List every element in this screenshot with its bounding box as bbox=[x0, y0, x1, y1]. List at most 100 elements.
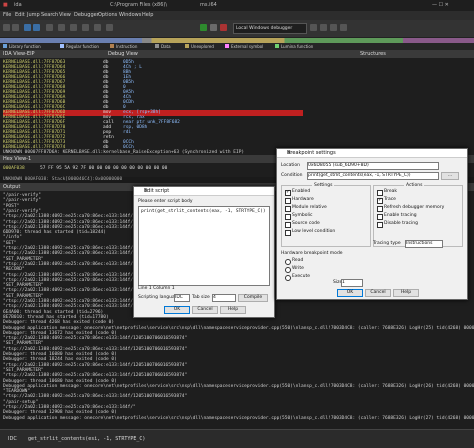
menu-windows[interactable]: Windows bbox=[119, 12, 141, 18]
struct-icon[interactable] bbox=[94, 24, 101, 31]
setting-checkbox[interactable] bbox=[285, 206, 291, 212]
action-checkbox[interactable] bbox=[377, 214, 383, 220]
disassembly-view[interactable]: KERNELBASE.dll:7FF87D63 db 0D5h KERNELBASE.… bbox=[0, 58, 474, 155]
setting-checkbox[interactable] bbox=[285, 222, 291, 228]
action-checkbox[interactable] bbox=[377, 190, 383, 196]
legend-label: Instruction bbox=[116, 44, 138, 49]
run-icon[interactable] bbox=[200, 24, 207, 31]
title-bar: ■ ida C:\Program Files (x86)\ ms.i64 — ☐… bbox=[0, 0, 474, 11]
output-line: Debugged application message: onecore\ne… bbox=[3, 415, 474, 421]
bp-ok-button[interactable]: OK bbox=[337, 289, 363, 297]
close-icon[interactable]: ✕ bbox=[144, 188, 271, 194]
menu-options[interactable]: Options bbox=[98, 12, 117, 18]
hw-mode-label: Execute bbox=[292, 274, 310, 279]
action-label: Trace bbox=[384, 197, 396, 202]
compile-button[interactable]: Compile bbox=[238, 294, 268, 302]
legend-label: Library function bbox=[9, 44, 41, 49]
toolbar: Local Windows debugger bbox=[0, 20, 474, 38]
tab-hex-view[interactable]: Hex View-1 bbox=[3, 156, 31, 162]
step-over-icon[interactable] bbox=[320, 24, 327, 31]
size-select[interactable]: 1 bbox=[341, 279, 363, 287]
forward-icon[interactable] bbox=[33, 24, 40, 31]
tab-debug-view[interactable]: Debug View bbox=[108, 51, 138, 57]
window-controls[interactable]: — ☐ ✕ bbox=[432, 2, 449, 8]
action-label: Disable tracing bbox=[384, 221, 418, 226]
breakpoint-settings-dialog: Breakpoint settings ✕ Location 0x6D8055 … bbox=[276, 148, 468, 300]
step-out-icon[interactable] bbox=[330, 24, 337, 31]
back-icon[interactable] bbox=[24, 24, 31, 31]
setting-checkbox[interactable] bbox=[285, 230, 291, 236]
output-line: "POST" bbox=[3, 203, 20, 209]
step-into-icon[interactable] bbox=[310, 24, 317, 31]
action-checkbox[interactable] bbox=[377, 197, 383, 204]
close-icon[interactable]: ✕ bbox=[287, 150, 464, 156]
hex-icon[interactable] bbox=[82, 24, 89, 31]
menu-debugger[interactable]: Debugger bbox=[74, 12, 99, 18]
cursor-position: Line 1 Column 1 bbox=[138, 286, 175, 291]
tab-output[interactable]: Output bbox=[3, 184, 20, 190]
output-line: 6E4A00: thread has started (tid=2796) bbox=[3, 309, 104, 315]
help-button[interactable]: Help bbox=[220, 306, 246, 314]
condition-input[interactable]: print(get_strlit_contents(eax, -1, STRTY… bbox=[307, 172, 439, 180]
menu-search[interactable]: Search bbox=[41, 12, 58, 18]
output-line: "SET_PARAMETER" bbox=[3, 341, 44, 347]
action-checkbox[interactable] bbox=[377, 222, 383, 228]
menu-view[interactable]: View bbox=[59, 12, 71, 18]
code-icon[interactable] bbox=[70, 24, 77, 31]
setting-checkbox[interactable] bbox=[285, 214, 291, 220]
output-line: Debugged application message: onecore\ne… bbox=[3, 383, 474, 389]
enum-icon[interactable] bbox=[106, 24, 113, 31]
output-line: "rtsp://2a02:1388:4092:ee25:ca70:86ec:e1… bbox=[3, 272, 136, 278]
tab-ida-view[interactable]: IDA View-EIP bbox=[3, 51, 35, 57]
hw-mode-radio[interactable] bbox=[285, 275, 291, 281]
tab-structures[interactable]: Structures bbox=[360, 51, 386, 57]
ok-button[interactable]: OK bbox=[164, 306, 190, 314]
condition-value: print(get_strlit_contents(eax, -1, STRTY… bbox=[308, 173, 411, 178]
edit-script-prompt: Please enter script body bbox=[138, 199, 193, 204]
grid-icon[interactable] bbox=[58, 24, 65, 31]
action-checkbox[interactable] bbox=[377, 206, 383, 212]
output-line: "GET" bbox=[3, 240, 17, 246]
hw-mode-radio[interactable] bbox=[285, 267, 291, 273]
script-language-label[interactable]: IDC bbox=[8, 436, 17, 442]
location-input[interactable]: 0x6D8055 (sub_6D90+8D) bbox=[307, 162, 439, 170]
output-line: "/pair-verify" bbox=[3, 198, 41, 204]
action-label: Enable tracing bbox=[384, 213, 417, 218]
menu-file[interactable]: File bbox=[3, 12, 11, 18]
setting-label: Enabled bbox=[292, 189, 311, 194]
cancel-button[interactable]: Cancel bbox=[192, 306, 218, 314]
open-icon[interactable] bbox=[3, 24, 10, 31]
setting-label: Module relative bbox=[292, 205, 327, 210]
search-icon[interactable] bbox=[46, 24, 53, 31]
run-to-cursor-icon[interactable] bbox=[340, 24, 347, 31]
menu-help[interactable]: Help bbox=[142, 12, 153, 18]
location-value: 0x6D8055 (sub_6D90+8D) bbox=[308, 163, 369, 168]
output-line: "SET_PARAMETER" bbox=[3, 256, 44, 262]
scripting-language-select[interactable]: IDC bbox=[174, 294, 190, 302]
setting-checkbox[interactable] bbox=[285, 198, 291, 204]
menu-jump[interactable]: Jump bbox=[27, 12, 40, 18]
size-value: 1 bbox=[342, 280, 345, 285]
command-line[interactable]: get_strlit_contents(esi, -1, STRTYPE_C) bbox=[28, 436, 145, 442]
menu-bar: File Edit Jump Search View Debugger Opti… bbox=[0, 11, 474, 20]
setting-checkbox[interactable] bbox=[285, 189, 291, 196]
hw-mode-radio[interactable] bbox=[285, 259, 291, 265]
stop-icon[interactable] bbox=[220, 24, 227, 31]
legend-label: External symbol bbox=[231, 44, 264, 49]
window-title-mid: C:\Program Files (x86)\ bbox=[110, 2, 168, 8]
script-body-editor[interactable]: print(get_strlit_contents(eax, -1, STRTY… bbox=[138, 206, 270, 286]
bp-help-button[interactable]: Help bbox=[393, 289, 419, 297]
tracing-type-select[interactable]: Instructions bbox=[405, 240, 443, 248]
output-line: "rtsp://2a02:1388:4092:ee25:ca70:86ec:e1… bbox=[3, 288, 136, 294]
setting-label: Low level condition bbox=[292, 229, 336, 234]
output-line: "SET_PARAMETER" bbox=[3, 293, 44, 299]
bp-cancel-button[interactable]: Cancel bbox=[365, 289, 391, 297]
tab-size-input[interactable]: 4 bbox=[212, 294, 236, 302]
menu-edit[interactable]: Edit bbox=[15, 12, 25, 18]
legend-label: Data bbox=[161, 44, 171, 49]
pause-icon[interactable] bbox=[210, 24, 217, 31]
condition-edit-button[interactable]: … bbox=[441, 172, 459, 180]
scripting-language-value: IDC bbox=[175, 295, 183, 300]
save-icon[interactable] bbox=[12, 24, 19, 31]
debugger-select[interactable]: Local Windows debugger bbox=[233, 23, 307, 34]
